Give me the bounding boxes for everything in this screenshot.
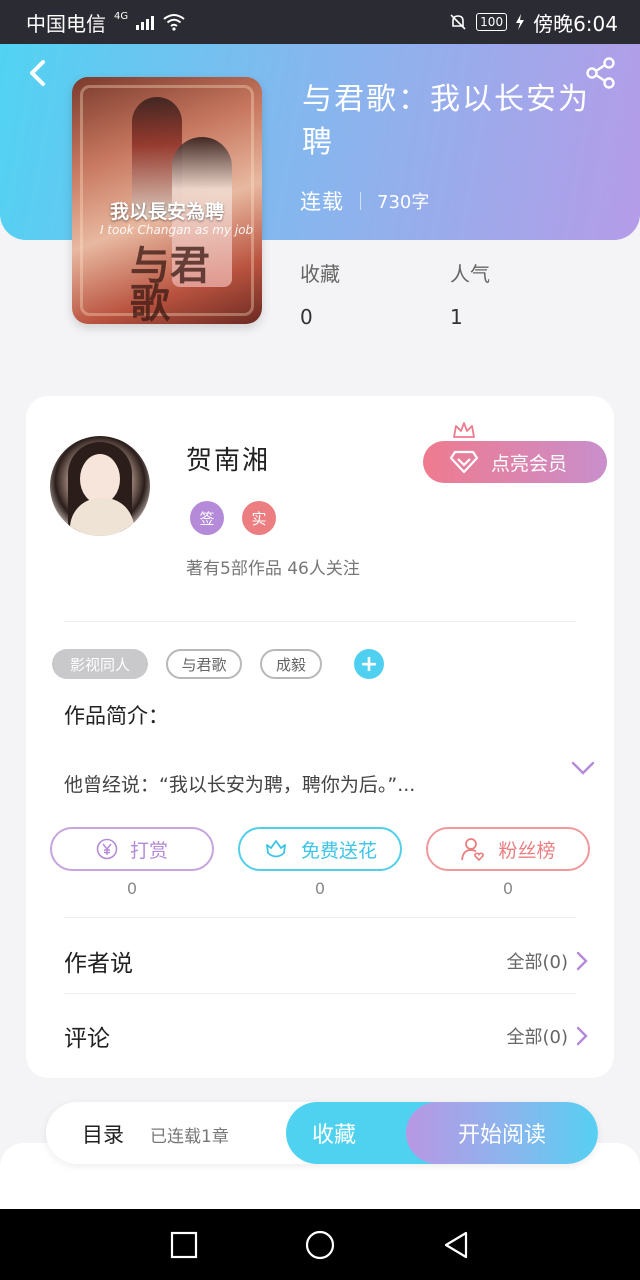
reward-label: 打赏 [129, 839, 168, 862]
signed-badge: 签 [190, 501, 224, 535]
tag-item[interactable]: 成毅 [260, 649, 322, 679]
book-title: 与君歌：我以长安为聘 [302, 82, 590, 160]
book-meta: 连载 730字 [300, 186, 429, 216]
intro-label: 作品简介： [64, 704, 169, 728]
author-says-all: 全部(0) [506, 952, 569, 973]
stat-popularity: 人气 1 [450, 258, 600, 329]
cover-subtitle: I took Changan as my job [100, 223, 254, 237]
reward-count: 0 [126, 879, 138, 898]
battery-indicator: 100 [476, 13, 508, 31]
reading-bar: 目录 已连载1章 收藏 开始阅读 [46, 1102, 598, 1164]
chevron-left-icon [30, 60, 45, 86]
start-reading-label: 开始阅读 [457, 1123, 546, 1148]
stat-value: 0 [300, 305, 313, 329]
back-button[interactable] [22, 56, 52, 90]
user-heart-icon [461, 838, 485, 862]
divider [64, 917, 576, 918]
tag-item[interactable]: 与君歌 [166, 649, 242, 679]
mute-bell-icon [450, 14, 466, 30]
status-bar: 中国电信 4G 100 傍晚6:04 [0, 0, 640, 44]
fans-count: 0 [502, 879, 514, 898]
send-flower-label: 免费送花 [300, 839, 377, 862]
chevron-right-icon [576, 951, 588, 971]
book-cover[interactable]: 我以長安為聘 I took Changan as my job 与君歌 [72, 77, 262, 324]
fans-rank-button[interactable]: 粉丝榜 [426, 827, 590, 871]
send-flower-button[interactable]: 免费送花 [238, 827, 402, 871]
chevron-right-icon [576, 1026, 588, 1046]
network-type: 4G [114, 10, 129, 22]
charging-icon [516, 14, 525, 30]
word-count: 730字 [377, 192, 430, 213]
fans-rank-label: 粉丝榜 [498, 839, 556, 862]
vip-button[interactable]: 点亮会员 [423, 441, 607, 483]
start-reading-button[interactable]: 开始阅读 [406, 1102, 598, 1164]
cover-big-text: 与君歌 [130, 242, 210, 324]
comments-link[interactable]: 全部(0) [507, 1023, 589, 1049]
cover-title: 我以長安為聘 [109, 201, 224, 223]
comments-all: 全部(0) [506, 1027, 569, 1048]
wifi-icon [163, 14, 185, 31]
author-says-row[interactable]: 作者说 全部(0) [64, 941, 588, 981]
chevron-down-icon[interactable] [570, 758, 596, 778]
clock: 傍晚6:04 [533, 11, 618, 36]
back-nav-icon[interactable] [440, 1229, 472, 1261]
comments-row[interactable]: 评论 全部(0) [64, 1016, 588, 1056]
yuan-icon [96, 838, 118, 860]
carrier-label: 中国电信 [26, 11, 106, 36]
book-status: 连载 [300, 190, 344, 214]
system-nav-bar [0, 1209, 640, 1280]
stat-value: 1 [450, 305, 463, 329]
author-name[interactable]: 贺南湘 [186, 440, 270, 477]
add-tag-button[interactable]: + [354, 649, 384, 679]
book-stats: 收藏 0 人气 1 [300, 258, 600, 329]
tag-item[interactable]: 影视同人 [52, 649, 148, 679]
signal-icon [136, 14, 155, 30]
tag-list: 影视同人 与君歌 成毅 + [52, 649, 384, 679]
book-detail-card: 贺南湘 签 实 著有5部作品 46人关注 点亮会员 影视同人 与君歌 成毅 + … [26, 396, 614, 1078]
toc-status[interactable]: 已连载1章 [150, 1122, 229, 1147]
comments-title: 评论 [64, 1026, 110, 1052]
divider [64, 621, 576, 622]
stat-label: 收藏 [300, 262, 340, 286]
reward-button[interactable]: 打赏 [50, 827, 214, 871]
author-says-title: 作者说 [64, 951, 133, 977]
author-says-link[interactable]: 全部(0) [507, 948, 589, 974]
vip-button-label: 点亮会员 [491, 452, 568, 475]
avatar-face [80, 454, 120, 504]
verified-badge: 实 [242, 501, 276, 535]
stat-label: 人气 [450, 262, 490, 286]
favorite-label: 收藏 [312, 1123, 357, 1148]
crown-icon [453, 422, 475, 438]
author-avatar[interactable] [50, 436, 150, 536]
toc-button[interactable]: 目录 [82, 1119, 124, 1149]
share-icon [586, 57, 615, 89]
meta-divider [360, 192, 361, 210]
divider [64, 993, 576, 994]
share-button[interactable] [584, 56, 618, 90]
flower-icon [266, 840, 286, 858]
recent-apps-icon[interactable] [168, 1229, 200, 1261]
intro-text[interactable]: 他曾经说：“我以长安为聘，聘你为后。”... [64, 770, 534, 797]
stat-favorites: 收藏 0 [300, 258, 450, 329]
home-icon[interactable] [304, 1229, 336, 1261]
status-left: 中国电信 4G [26, 8, 186, 37]
flower-count: 0 [314, 879, 326, 898]
author-stats: 著有5部作品 46人关注 [186, 559, 360, 579]
diamond-icon [449, 450, 479, 474]
status-right: 100 傍晚6:04 [448, 8, 618, 37]
